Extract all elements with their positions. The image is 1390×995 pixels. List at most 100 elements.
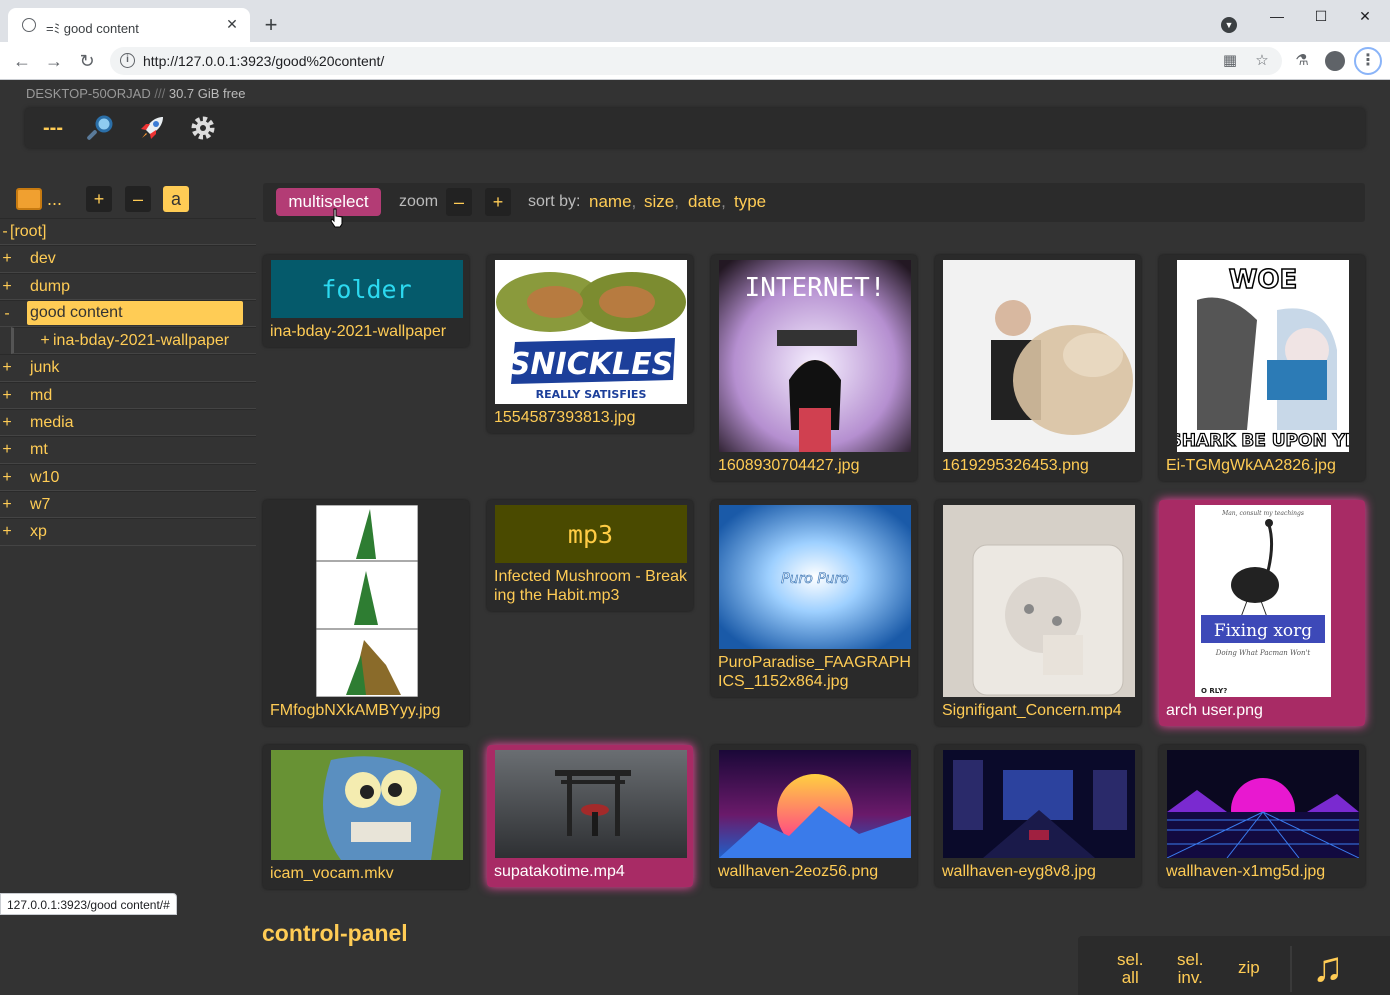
sort-date-link[interactable]: date, (688, 188, 726, 216)
file-name[interactable]: 1619295326453.png (942, 456, 1135, 475)
tree-item-label[interactable]: ina-bday-2021-wallpaper (53, 328, 229, 354)
tab-search-icon[interactable]: ▼ (1221, 17, 1237, 33)
sort-name-link[interactable]: name, (589, 188, 636, 216)
minimize-icon[interactable]: — (1255, 4, 1299, 28)
maximize-icon[interactable]: ☐ (1299, 4, 1343, 28)
file-name[interactable]: Infected Mushroom - Breaking the Habit.m… (494, 567, 687, 605)
thumbnail[interactable] (942, 750, 1135, 858)
tree-collapse-button[interactable]: – (125, 186, 151, 212)
tree-item[interactable]: + junk (0, 354, 256, 382)
file-name[interactable]: ina-bday-2021-wallpaper (270, 322, 463, 341)
tree-expander[interactable]: + (0, 465, 14, 491)
qr-code-icon[interactable]: ▦ (1220, 51, 1240, 71)
file-tile[interactable]: FMfogbNXkAMBYyy.jpg (263, 500, 469, 726)
thumbnail[interactable] (942, 260, 1135, 452)
thumbnail[interactable]: INTERNET! (718, 260, 911, 452)
tree-expander[interactable]: + (0, 410, 14, 436)
address-bar[interactable]: i http://127.0.0.1:3923/good%20content/ … (110, 47, 1282, 75)
thumbnail[interactable] (1166, 750, 1359, 858)
music-note-icon[interactable]: ♫ (1312, 943, 1344, 991)
file-tile[interactable]: mp3 Infected Mushroom - Breaking the Habi… (487, 500, 693, 611)
tree-expander[interactable]: + (0, 492, 14, 518)
profile-avatar[interactable] (1325, 51, 1345, 71)
tree-item[interactable]: + dev (0, 245, 256, 273)
file-name[interactable]: 1608930704427.jpg (718, 456, 911, 475)
tree-item-label[interactable]: media (30, 410, 74, 436)
close-tab-icon[interactable]: ✕ (222, 14, 242, 34)
menu-dots-icon[interactable]: ⋮ (1354, 47, 1382, 75)
zoom-out-button[interactable]: – (446, 188, 472, 216)
thumbnail[interactable]: mp3 (494, 505, 687, 563)
folder-tile[interactable]: folder ina-bday-2021-wallpaper (263, 255, 469, 347)
thumbnail[interactable]: Man, consult my teachings Fixing xorg Doin… (1167, 505, 1359, 697)
tree-expander[interactable]: + (0, 519, 14, 545)
tree-item-label[interactable]: w10 (30, 465, 59, 491)
select-all-button[interactable]: sel. all (1117, 951, 1143, 987)
sort-type-link[interactable]: type (734, 188, 766, 216)
new-tab-button[interactable]: + (258, 12, 284, 38)
file-name[interactable]: wallhaven-eyg8v8.jpg (942, 862, 1135, 881)
thumbnail[interactable] (942, 505, 1135, 697)
tree-item-label[interactable]: dump (30, 274, 70, 300)
thumbnail[interactable] (718, 750, 911, 858)
back-icon[interactable]: ← (10, 49, 34, 73)
thumbnail[interactable]: folder (270, 260, 463, 318)
thumbnail[interactable]: Puro Puro (718, 505, 911, 649)
labs-flask-icon[interactable]: ⚗ (1292, 51, 1312, 71)
tree-item-label[interactable]: mt (30, 437, 48, 463)
tree-item[interactable]: + mt (0, 436, 256, 464)
site-info-icon[interactable]: i (120, 53, 135, 68)
tree-item[interactable]: + md (0, 381, 256, 410)
file-name[interactable]: PuroParadise_FAAGRAPHICS_1152x864.jpg (718, 653, 911, 691)
file-tile[interactable]: Man, consult my teachings Fixing xorg Doin… (1159, 500, 1365, 726)
settings-gear-icon[interactable] (183, 108, 223, 148)
tree-dots[interactable]: ... (47, 189, 62, 210)
file-name[interactable]: supatakotime.mp4 (494, 862, 687, 881)
forward-icon[interactable]: → (42, 49, 66, 73)
ops-dash-button[interactable]: --- (33, 108, 73, 148)
file-tile[interactable]: Signifigant_Concern.mp4 (935, 500, 1141, 726)
tree-expander[interactable]: + (0, 355, 14, 381)
file-tile[interactable]: INTERNET! 1608930704427.jpg (711, 255, 917, 481)
url-text[interactable]: http://127.0.0.1:3923/good%20content/ (143, 53, 384, 69)
file-tile[interactable]: icam_vocam.mkv (263, 745, 469, 889)
file-tile[interactable]: supatakotime.mp4 (487, 745, 693, 887)
file-name[interactable]: icam_vocam.mkv (270, 864, 463, 883)
tree-item[interactable]: + media (0, 409, 256, 437)
search-icon[interactable] (81, 108, 121, 148)
tree-expander[interactable]: - (0, 301, 14, 327)
tree-item[interactable]: + w10 (0, 463, 256, 491)
file-name[interactable]: wallhaven-x1mg5d.jpg (1166, 862, 1359, 881)
sort-size-link[interactable]: size, (644, 188, 679, 216)
tree-expander[interactable]: + (0, 246, 14, 272)
tree-autoscroll-button[interactable]: a (163, 186, 189, 212)
reload-icon[interactable]: ↻ (75, 49, 99, 73)
file-name[interactable]: Ei-TGMgWkAA2826.jpg (1166, 456, 1359, 475)
zip-button[interactable]: zip (1238, 959, 1260, 977)
file-tile[interactable]: Puro Puro PuroParadise_FAAGRAPHICS_1152x8… (711, 500, 917, 697)
close-window-icon[interactable]: ✕ (1343, 4, 1387, 28)
tree-expander[interactable]: + (0, 274, 14, 300)
thumbnail[interactable] (494, 750, 687, 858)
file-tile[interactable]: WOE SHARK BE UPON YE Ei-TGMgWkAA2826.jpg (1159, 255, 1365, 481)
tree-item-label[interactable]: good content (27, 300, 243, 325)
file-tile[interactable]: wallhaven-2eoz56.png (711, 745, 917, 887)
browser-tab[interactable]: =ﾐ good content ✕ (8, 8, 250, 42)
file-tile[interactable]: wallhaven-x1mg5d.jpg (1159, 745, 1365, 887)
select-invert-button[interactable]: sel. inv. (1177, 951, 1203, 987)
zoom-in-button[interactable]: + (485, 188, 511, 216)
tree-item-label[interactable]: xp (30, 519, 47, 545)
file-name[interactable]: FMfogbNXkAMBYyy.jpg (270, 701, 463, 720)
file-name[interactable]: 1554587393813.jpg (494, 408, 687, 427)
file-tile[interactable]: 1619295326453.png (935, 255, 1141, 481)
file-name[interactable]: Signifigant_Concern.mp4 (942, 701, 1135, 720)
tree-item[interactable]: + dump (0, 272, 256, 300)
rocket-icon[interactable] (132, 108, 172, 148)
thumbnail[interactable] (270, 750, 463, 860)
tree-item-label[interactable]: md (30, 383, 52, 409)
bookmark-star-icon[interactable]: ☆ (1252, 51, 1272, 71)
tree-item[interactable]: + w7 (0, 490, 256, 519)
file-name[interactable]: wallhaven-2eoz56.png (718, 862, 911, 881)
tree-item-label[interactable]: junk (30, 355, 59, 381)
tree-item-label[interactable]: w7 (30, 492, 50, 518)
